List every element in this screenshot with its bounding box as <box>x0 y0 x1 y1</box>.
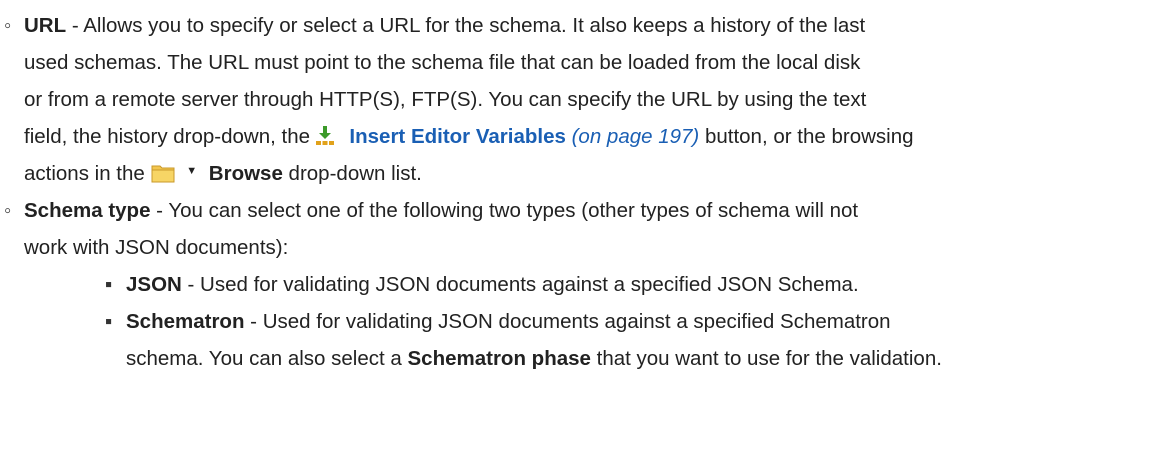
url-desc-line5-post: drop-down list. <box>282 162 422 185</box>
insert-editor-variables-icon <box>315 125 334 145</box>
document: ◦ URL - Allows you to specify or select … <box>0 0 1164 455</box>
term-json: JSON <box>126 273 182 296</box>
bullet: ◦ <box>4 199 12 222</box>
schematron-desc-line2-pre: schema. You can also select a <box>126 347 408 370</box>
schematron-phase-label: Schematron phase <box>407 347 591 370</box>
url-desc-line5-pre: actions in the <box>24 162 151 185</box>
insert-editor-variables-link[interactable]: Insert Editor Variables <box>349 125 565 148</box>
folder-icon <box>151 163 175 183</box>
bullet: ▪ <box>105 310 113 333</box>
term-url: URL <box>24 14 67 37</box>
url-desc-line4-pre: field, the history drop-down, the <box>24 125 316 148</box>
url-desc-line4-post: button, or the browsing <box>699 125 914 148</box>
schematron-desc-line2: schema. You can also select a Schematron… <box>126 343 942 375</box>
schematron-desc-line1: - Used for validating JSON documents aga… <box>244 310 891 333</box>
browse-label: Browse <box>208 162 283 185</box>
bullet: ▪ <box>105 273 113 296</box>
schema-type-desc-line2: work with JSON documents): <box>24 236 289 259</box>
term-schema-type: Schema type <box>24 199 151 222</box>
url-desc-line3: or from a remote server through HTTP(S),… <box>24 88 867 111</box>
bullet: ◦ <box>4 14 12 37</box>
url-desc-line5: actions in the ▼ Browse drop-down list. <box>24 158 422 190</box>
url-desc-line1: - Allows you to specify or select a URL … <box>66 14 866 37</box>
json-desc: - Used for validating JSON documents aga… <box>181 273 859 296</box>
schema-type-desc-line1: - You can select one of the following tw… <box>150 199 859 222</box>
url-desc-line4: field, the history drop-down, the Insert… <box>24 121 914 153</box>
schematron-desc-line2-post: that you want to use for the validation. <box>590 347 942 370</box>
url-desc-line2: used schemas. The URL must point to the … <box>24 51 861 74</box>
page-reference-link[interactable]: (on page 197) <box>572 125 700 148</box>
dropdown-arrow-icon: ▼ <box>186 164 198 177</box>
term-schematron: Schematron <box>126 310 245 333</box>
